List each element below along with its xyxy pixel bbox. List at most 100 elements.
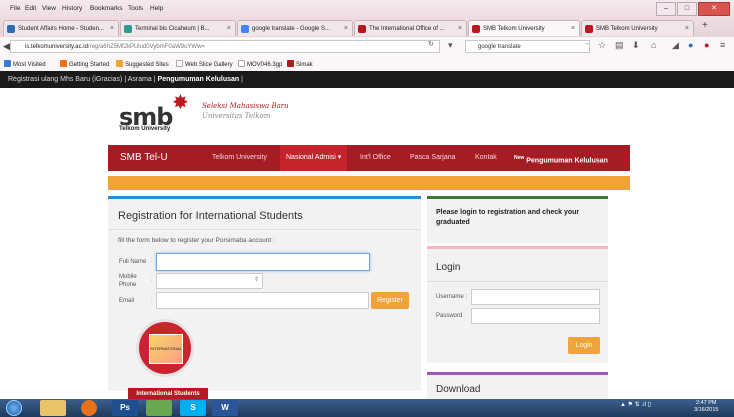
mobile-phone-input[interactable]: ⇕ bbox=[156, 273, 263, 289]
send-icon[interactable]: ◢ bbox=[672, 40, 679, 51]
tab-title: SMB Telkom University bbox=[596, 26, 658, 32]
tab-bar: Student Affairs Home - Studen... × Termi… bbox=[0, 17, 734, 37]
logo-tagline-secondary: Universitas Telkom bbox=[202, 112, 271, 120]
reload-icon[interactable]: ↻ bbox=[428, 40, 434, 48]
menu-view[interactable]: View bbox=[42, 5, 56, 12]
menu-help[interactable]: Help bbox=[150, 5, 163, 12]
username-input[interactable] bbox=[471, 289, 600, 305]
photoshop-icon[interactable]: Ps bbox=[112, 400, 138, 416]
window-controls: – □ ✕ bbox=[655, 2, 730, 16]
bookmarks-list-icon[interactable]: ▤ bbox=[615, 40, 624, 51]
addon-icon[interactable]: ● bbox=[704, 40, 709, 50]
taskbar-clock[interactable]: 2:47 PM 3/16/2015 bbox=[694, 400, 718, 414]
menu-tools[interactable]: Tools bbox=[128, 5, 143, 12]
menu-bookmarks[interactable]: Bookmarks bbox=[90, 5, 123, 12]
spinner-arrows-icon[interactable]: ⇕ bbox=[254, 276, 259, 283]
login-title: Login bbox=[436, 262, 461, 273]
nav-nasional-admisi[interactable]: Nasional Admisi ▾ bbox=[280, 145, 348, 171]
search-input[interactable]: google translate bbox=[465, 40, 590, 53]
tab-close-icon[interactable]: × bbox=[685, 21, 689, 36]
tab-title: google translate - Google S... bbox=[252, 26, 331, 32]
download-title: Download bbox=[436, 384, 481, 395]
tab-close-icon[interactable]: × bbox=[458, 21, 462, 36]
menu-edit[interactable]: Edit bbox=[25, 5, 36, 12]
telkom-favicon-icon bbox=[287, 60, 294, 67]
site-top-strip: Registrasi ulang Mhs Baru (iGracias) | A… bbox=[0, 71, 734, 88]
browser-tab[interactable]: Terminal bis Cicaheum | B... × bbox=[120, 20, 236, 36]
nav-telkom-university[interactable]: Telkom University bbox=[212, 145, 267, 171]
bookmark-getting-started[interactable]: Getting Started bbox=[60, 60, 109, 68]
home-icon[interactable]: ⌂ bbox=[651, 40, 656, 50]
window-close-button[interactable]: ✕ bbox=[698, 2, 730, 16]
nav-pasca-sarjana[interactable]: Pasca Sarjana bbox=[410, 145, 456, 171]
password-input[interactable] bbox=[471, 308, 600, 324]
open-menu-icon[interactable]: ≡ bbox=[720, 40, 725, 50]
announcement-link[interactable]: Pengumuman Kelulusan bbox=[158, 76, 240, 83]
search-engine-icon[interactable]: ▾ bbox=[448, 40, 453, 51]
search-go-icon[interactable]: → bbox=[583, 40, 590, 47]
mobile-phone-label: Mobile Phone bbox=[119, 274, 137, 288]
clock-date: 3/16/2015 bbox=[694, 407, 719, 413]
firefox-icon[interactable] bbox=[81, 400, 97, 416]
page-icon bbox=[238, 60, 245, 67]
sync-icon[interactable]: ● bbox=[688, 40, 693, 50]
skype-icon[interactable]: S bbox=[180, 400, 206, 416]
browser-tab-active[interactable]: SMB Telkom University × bbox=[468, 20, 580, 36]
register-button[interactable]: Register bbox=[371, 292, 409, 309]
maximize-button[interactable]: □ bbox=[677, 2, 697, 16]
tab-title: Terminal bis Cicaheum | B... bbox=[135, 26, 210, 32]
word-icon[interactable]: W bbox=[212, 400, 238, 416]
browser-tab[interactable]: google translate - Google S... × bbox=[237, 20, 353, 36]
bookmark-folder-icon bbox=[4, 60, 11, 67]
nav-brand[interactable]: SMB Tel-U bbox=[120, 145, 168, 171]
login-button[interactable]: Login bbox=[568, 337, 600, 354]
bookmark-suggested-sites[interactable]: Suggested Sites bbox=[116, 60, 169, 68]
email-label: Email bbox=[119, 298, 135, 304]
login-panel: Login Username : Password Login bbox=[427, 246, 608, 363]
tab-close-icon[interactable]: × bbox=[227, 21, 231, 36]
firefox-icon bbox=[60, 60, 67, 67]
menu-history[interactable]: History bbox=[62, 5, 82, 12]
system-tray-icons[interactable]: ▲ ⚑ ⇅ .ıl ▯ bbox=[620, 401, 651, 408]
photos-icon[interactable] bbox=[146, 400, 172, 416]
file-explorer-icon[interactable] bbox=[40, 400, 66, 416]
top-links[interactable]: Registrasi ulang Mhs Baru (iGracias) | A… bbox=[8, 76, 156, 83]
page-icon bbox=[176, 60, 183, 67]
start-button-icon[interactable] bbox=[6, 400, 22, 416]
tab-favicon-icon bbox=[7, 25, 15, 33]
nav-kontak[interactable]: Kontak bbox=[475, 145, 497, 171]
bookmark-simak[interactable]: Simak bbox=[287, 60, 313, 68]
menu-file[interactable]: File bbox=[10, 5, 20, 12]
navigation-bar: ◀ is.telkomuniversity.ac.id/reg/a6hZ5Mf2… bbox=[0, 37, 734, 58]
divider bbox=[427, 281, 608, 282]
full-name-input[interactable] bbox=[156, 253, 370, 271]
download-icon[interactable]: ⬇ bbox=[632, 40, 640, 51]
bookmark-web-slice-gallery[interactable]: Web Slice Gallery bbox=[176, 60, 233, 68]
bookmark-most-visited[interactable]: Most Visited bbox=[4, 60, 46, 68]
download-panel: Download bbox=[427, 372, 608, 402]
email-input[interactable] bbox=[156, 292, 369, 309]
tab-close-icon[interactable]: × bbox=[571, 21, 575, 36]
browser-tab[interactable]: The International Office of ... × bbox=[354, 20, 467, 36]
new-tab-button[interactable]: + bbox=[702, 20, 708, 31]
tab-close-icon[interactable]: × bbox=[110, 21, 114, 36]
nav-pengumuman-kelulusan[interactable]: New Pengumuman Kelulusan bbox=[514, 145, 608, 174]
browser-tab[interactable]: Student Affairs Home - Studen... × bbox=[3, 20, 119, 36]
url-bar[interactable]: is.telkomuniversity.ac.id/reg/a6hZ5Mf2kP… bbox=[10, 40, 440, 53]
bookmark-star-icon[interactable]: ☆ bbox=[598, 40, 606, 51]
tab-favicon-icon bbox=[585, 25, 593, 33]
password-label: Password bbox=[436, 313, 463, 319]
search-value: google translate bbox=[478, 44, 521, 50]
browser-tab[interactable]: SMB Telkom University × bbox=[581, 20, 694, 36]
international-students-badge[interactable]: INTERNATIONAL STUDENTS bbox=[136, 319, 194, 377]
tab-close-icon[interactable]: × bbox=[344, 21, 348, 36]
url-domain: is.telkomuniversity.ac.id bbox=[25, 44, 88, 50]
bookmark-mov046[interactable]: MOV046.3gp bbox=[238, 60, 282, 68]
nav-intl-office[interactable]: Int'l Office bbox=[360, 145, 391, 171]
minimize-button[interactable]: – bbox=[656, 2, 676, 16]
main-nav: SMB Tel-U Telkom University Nasional Adm… bbox=[108, 145, 630, 171]
full-name-label: Full Name bbox=[119, 259, 147, 265]
site-header bbox=[0, 88, 734, 145]
registration-instructions: fill the form below to register your Por… bbox=[118, 237, 275, 244]
logo-figure-icon: ✸ bbox=[172, 92, 189, 114]
